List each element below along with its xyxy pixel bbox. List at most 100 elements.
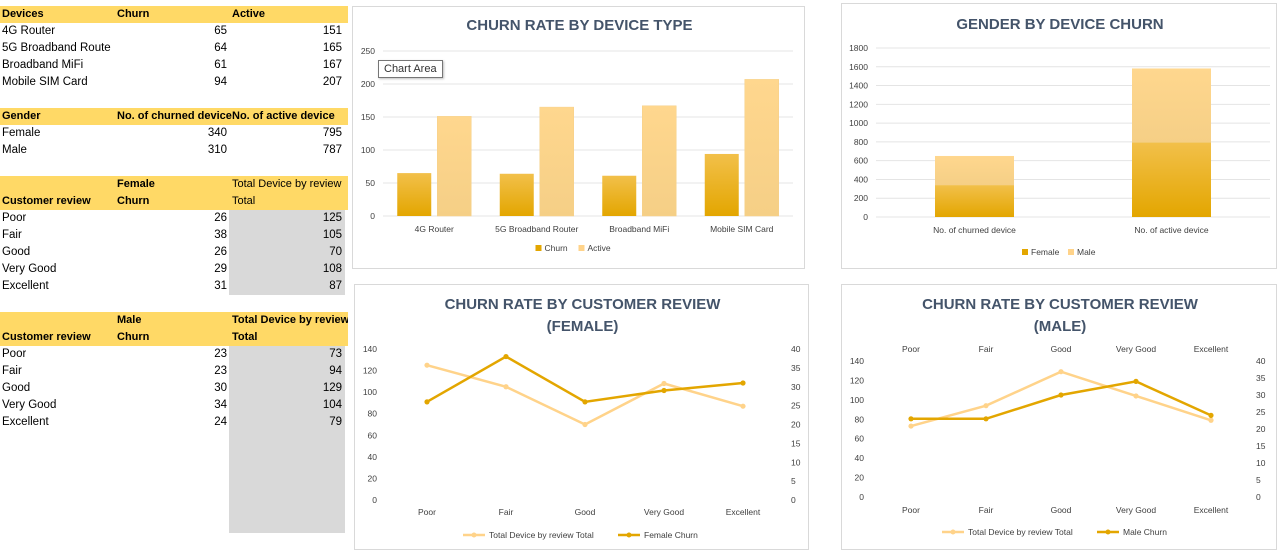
cell[interactable]: Fair bbox=[2, 363, 22, 380]
cell[interactable]: 64 bbox=[117, 40, 227, 57]
y-tick-label: 200 bbox=[854, 193, 868, 203]
cell[interactable]: 310 bbox=[117, 142, 227, 159]
y-tick-label: 1400 bbox=[849, 81, 868, 91]
cell[interactable]: 70 bbox=[232, 244, 342, 261]
y-tick-label: 150 bbox=[361, 112, 375, 122]
cell[interactable]: 87 bbox=[232, 278, 342, 295]
cell[interactable]: Female bbox=[2, 125, 40, 142]
cell[interactable]: Good bbox=[2, 244, 30, 261]
cell[interactable]: 24 bbox=[117, 414, 227, 431]
cell[interactable]: 105 bbox=[232, 227, 342, 244]
header-cell[interactable]: Churn bbox=[117, 329, 149, 346]
chart-subtitle: (MALE) bbox=[1034, 318, 1087, 335]
legend-label: Male Churn bbox=[1123, 527, 1167, 537]
cell[interactable]: 795 bbox=[232, 125, 342, 142]
table-row: Very Good 34 104 bbox=[0, 397, 348, 414]
cell[interactable]: 34 bbox=[117, 397, 227, 414]
header-cell[interactable]: Active bbox=[232, 6, 265, 23]
y-tick-label: 100 bbox=[363, 387, 377, 397]
y-tick-label: 1000 bbox=[849, 118, 868, 128]
x-tick-label: Very Good bbox=[1116, 505, 1156, 515]
header-cell[interactable]: Customer review bbox=[2, 193, 91, 210]
cell[interactable]: 31 bbox=[117, 278, 227, 295]
cell[interactable]: 125 bbox=[232, 210, 342, 227]
y2-tick-label: 10 bbox=[1256, 458, 1266, 468]
cell[interactable]: Excellent bbox=[2, 414, 49, 431]
cell[interactable]: Excellent bbox=[2, 278, 49, 295]
cell[interactable]: 207 bbox=[232, 74, 342, 91]
y2-tick-label: 35 bbox=[1256, 373, 1266, 383]
chart-review-male[interactable]: CHURN RATE BY CUSTOMER REVIEW (MALE) 0 20 40… bbox=[841, 284, 1277, 550]
cell[interactable]: Fair bbox=[2, 227, 22, 244]
cell[interactable]: 73 bbox=[232, 346, 342, 363]
point-churn bbox=[1208, 412, 1214, 418]
cell[interactable]: 129 bbox=[232, 380, 342, 397]
y2-tick-label: 30 bbox=[791, 382, 801, 392]
cell[interactable]: 787 bbox=[232, 142, 342, 159]
chart-review-female[interactable]: CHURN RATE BY CUSTOMER REVIEW (FEMALE) 0 20… bbox=[354, 284, 809, 550]
cell[interactable]: 65 bbox=[117, 23, 227, 40]
header-cell[interactable]: Total bbox=[232, 193, 255, 210]
y-tick-label: 250 bbox=[361, 46, 375, 56]
cell[interactable]: Poor bbox=[2, 346, 26, 363]
point-total-by-review bbox=[503, 384, 509, 390]
header-cell[interactable]: Devices bbox=[2, 6, 44, 23]
cell[interactable]: 29 bbox=[117, 261, 227, 278]
cell[interactable]: 23 bbox=[117, 346, 227, 363]
header-cell[interactable]: Total Device by review bbox=[232, 312, 348, 329]
point-total-by-review bbox=[582, 421, 588, 428]
cell[interactable]: Very Good bbox=[2, 397, 56, 414]
chart-area-tooltip: Chart Area bbox=[378, 60, 443, 78]
point-total-by-review bbox=[983, 403, 989, 409]
y2-tick-label: 0 bbox=[1256, 492, 1261, 502]
cell[interactable]: 38 bbox=[117, 227, 227, 244]
cell[interactable]: 94 bbox=[117, 74, 227, 91]
y2-tick-label: 5 bbox=[1256, 475, 1261, 485]
cell[interactable]: 151 bbox=[232, 23, 342, 40]
gender-table-header: Gender No. of churned device No. of acti… bbox=[0, 108, 348, 125]
y-tick-label: 60 bbox=[368, 430, 378, 440]
header-cell[interactable]: Total bbox=[232, 329, 257, 346]
cell[interactable]: Poor bbox=[2, 210, 26, 227]
cell[interactable]: 79 bbox=[232, 414, 342, 431]
header-cell[interactable]: Customer review bbox=[2, 329, 91, 346]
chart-title: CHURN RATE BY CUSTOMER REVIEW bbox=[445, 296, 722, 313]
cell[interactable]: 108 bbox=[232, 261, 342, 278]
header-cell[interactable]: Total Device by review bbox=[232, 176, 348, 193]
cell[interactable]: 165 bbox=[232, 40, 342, 57]
cell[interactable]: 94 bbox=[232, 363, 342, 380]
header-cell[interactable]: Male bbox=[117, 312, 141, 329]
table-row: Female 340 795 bbox=[0, 125, 348, 142]
cell[interactable]: 4G Router bbox=[2, 23, 55, 40]
y-tick-label: 1600 bbox=[849, 62, 868, 72]
cell[interactable]: Male bbox=[2, 142, 27, 159]
header-cell[interactable]: Churn bbox=[117, 193, 149, 210]
cell[interactable]: 5G Broadband Route bbox=[2, 40, 111, 57]
header-cell[interactable]: No. of active device bbox=[232, 108, 335, 125]
header-cell[interactable]: Churn bbox=[117, 6, 149, 23]
y-tick-label: 80 bbox=[855, 414, 865, 424]
cell[interactable]: 340 bbox=[117, 125, 227, 142]
cell[interactable]: Very Good bbox=[2, 261, 56, 278]
y-tick-label: 0 bbox=[370, 211, 375, 221]
cell[interactable]: 23 bbox=[117, 363, 227, 380]
header-cell[interactable]: Gender bbox=[2, 108, 41, 125]
cell[interactable]: Broadband MiFi bbox=[2, 57, 83, 74]
cell[interactable]: 30 bbox=[117, 380, 227, 397]
header-cell[interactable]: No. of churned device bbox=[117, 108, 232, 125]
cell[interactable]: 61 bbox=[117, 57, 227, 74]
cell[interactable]: 167 bbox=[232, 57, 342, 74]
cell[interactable]: 26 bbox=[117, 210, 227, 227]
cell[interactable]: 26 bbox=[117, 244, 227, 261]
legend-label: Female bbox=[1031, 247, 1060, 257]
cell[interactable]: Good bbox=[2, 380, 30, 397]
point-churn bbox=[661, 387, 667, 394]
header-cell[interactable]: Female bbox=[117, 176, 155, 193]
y2-tick-label: 15 bbox=[1256, 441, 1266, 451]
x-tick-label: Fair bbox=[499, 507, 514, 517]
chart-gender-by-device-churn[interactable]: GENDER BY DEVICE CHURN 0 200 400 600 800 1000 1… bbox=[841, 3, 1277, 269]
cell[interactable]: 104 bbox=[232, 397, 342, 414]
cell[interactable]: Mobile SIM Card bbox=[2, 74, 88, 91]
chart-churn-by-device[interactable]: CHURN RATE BY DEVICE TYPE 0 50 100 150 200 250… bbox=[352, 6, 805, 269]
legend-label: Female Churn bbox=[644, 530, 698, 540]
